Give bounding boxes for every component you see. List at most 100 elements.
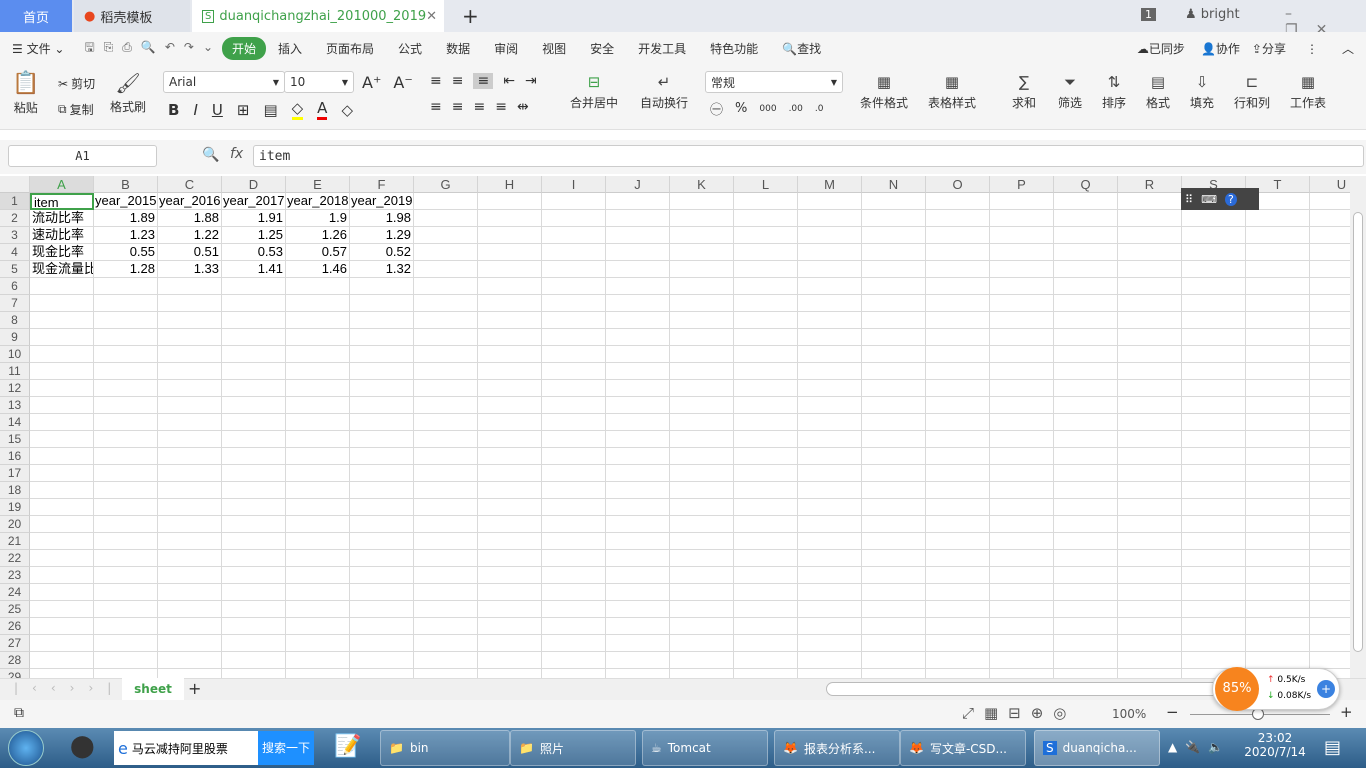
- cell[interactable]: [1310, 227, 1350, 244]
- cell[interactable]: [1054, 618, 1118, 635]
- cell[interactable]: [1118, 295, 1182, 312]
- cell[interactable]: [1118, 278, 1182, 295]
- cell[interactable]: 1.88: [158, 210, 222, 227]
- cell[interactable]: 1.91: [222, 210, 286, 227]
- cell[interactable]: [1182, 414, 1246, 431]
- cell[interactable]: [606, 261, 670, 278]
- cell[interactable]: [1118, 669, 1182, 678]
- cell[interactable]: [94, 516, 158, 533]
- row-header[interactable]: 24: [0, 584, 30, 601]
- cell[interactable]: [542, 210, 606, 227]
- cell[interactable]: [542, 363, 606, 380]
- cell[interactable]: [286, 499, 350, 516]
- cell[interactable]: [606, 397, 670, 414]
- cell[interactable]: 1.89: [94, 210, 158, 227]
- cell[interactable]: [862, 431, 926, 448]
- cell[interactable]: [926, 261, 990, 278]
- cell[interactable]: [862, 635, 926, 652]
- cell[interactable]: [478, 431, 542, 448]
- cell[interactable]: [414, 669, 478, 678]
- cell[interactable]: [606, 346, 670, 363]
- cell[interactable]: [286, 295, 350, 312]
- column-header[interactable]: C: [158, 176, 222, 193]
- cell[interactable]: [1118, 397, 1182, 414]
- row-col-button[interactable]: ⊏ 行和列: [1234, 73, 1270, 111]
- action-center-icon[interactable]: ▤: [1324, 737, 1341, 758]
- cell[interactable]: [1118, 329, 1182, 346]
- cell[interactable]: [158, 482, 222, 499]
- cell[interactable]: [478, 329, 542, 346]
- menu-formulas[interactable]: 公式: [386, 40, 434, 57]
- select-all-corner[interactable]: [0, 176, 30, 193]
- cell[interactable]: [1310, 312, 1350, 329]
- horizontal-scrollbar[interactable]: [826, 682, 1226, 696]
- menu-review[interactable]: 审阅: [482, 40, 530, 57]
- cell[interactable]: [862, 193, 926, 210]
- cell[interactable]: [1054, 346, 1118, 363]
- cell[interactable]: [606, 193, 670, 210]
- cell[interactable]: [94, 499, 158, 516]
- cell[interactable]: [286, 516, 350, 533]
- cell[interactable]: [542, 397, 606, 414]
- cell[interactable]: [1246, 550, 1310, 567]
- cell[interactable]: [1054, 227, 1118, 244]
- cell[interactable]: [734, 618, 798, 635]
- cell[interactable]: [798, 533, 862, 550]
- cell[interactable]: [350, 584, 414, 601]
- cell[interactable]: [798, 193, 862, 210]
- cell[interactable]: [30, 363, 94, 380]
- cell[interactable]: [158, 465, 222, 482]
- cell[interactable]: [1310, 482, 1350, 499]
- cell[interactable]: [1054, 363, 1118, 380]
- cell[interactable]: [350, 567, 414, 584]
- cell[interactable]: [926, 414, 990, 431]
- cell[interactable]: [1054, 584, 1118, 601]
- layout-icon[interactable]: ⧉: [14, 705, 24, 721]
- cell[interactable]: [542, 227, 606, 244]
- cell[interactable]: [606, 414, 670, 431]
- minimize-icon[interactable]: –: [1285, 6, 1310, 22]
- cell[interactable]: [94, 465, 158, 482]
- cell[interactable]: [478, 499, 542, 516]
- cell[interactable]: [606, 516, 670, 533]
- cell[interactable]: [606, 227, 670, 244]
- cell[interactable]: [606, 210, 670, 227]
- cell[interactable]: [734, 329, 798, 346]
- cell[interactable]: [926, 312, 990, 329]
- cell[interactable]: 速动比率: [30, 227, 94, 244]
- cell[interactable]: year_2017: [222, 193, 286, 210]
- cell[interactable]: [222, 448, 286, 465]
- thousands-icon[interactable]: 000: [759, 104, 776, 114]
- cell[interactable]: [542, 669, 606, 678]
- cell[interactable]: [30, 329, 94, 346]
- cell[interactable]: [862, 346, 926, 363]
- cell[interactable]: [542, 618, 606, 635]
- cell[interactable]: [734, 346, 798, 363]
- cell[interactable]: [222, 295, 286, 312]
- cell[interactable]: [478, 482, 542, 499]
- cell[interactable]: [94, 601, 158, 618]
- cell[interactable]: [542, 261, 606, 278]
- cell[interactable]: [798, 244, 862, 261]
- cell[interactable]: [734, 584, 798, 601]
- cell[interactable]: [862, 550, 926, 567]
- cell[interactable]: [30, 397, 94, 414]
- cell[interactable]: [286, 533, 350, 550]
- cell[interactable]: [1182, 329, 1246, 346]
- cell[interactable]: [670, 635, 734, 652]
- cell[interactable]: [798, 482, 862, 499]
- column-header[interactable]: N: [862, 176, 926, 193]
- cell[interactable]: [158, 635, 222, 652]
- cell[interactable]: [350, 278, 414, 295]
- taskbar-item-tomcat[interactable]: ☕ Tomcat: [642, 730, 768, 766]
- cell[interactable]: [670, 567, 734, 584]
- cell[interactable]: [1118, 431, 1182, 448]
- cell[interactable]: [670, 465, 734, 482]
- cell[interactable]: [286, 329, 350, 346]
- cell[interactable]: [926, 567, 990, 584]
- cell[interactable]: [990, 567, 1054, 584]
- cell[interactable]: [1310, 499, 1350, 516]
- cell[interactable]: [350, 669, 414, 678]
- column-header[interactable]: P: [990, 176, 1054, 193]
- cell[interactable]: 1.98: [350, 210, 414, 227]
